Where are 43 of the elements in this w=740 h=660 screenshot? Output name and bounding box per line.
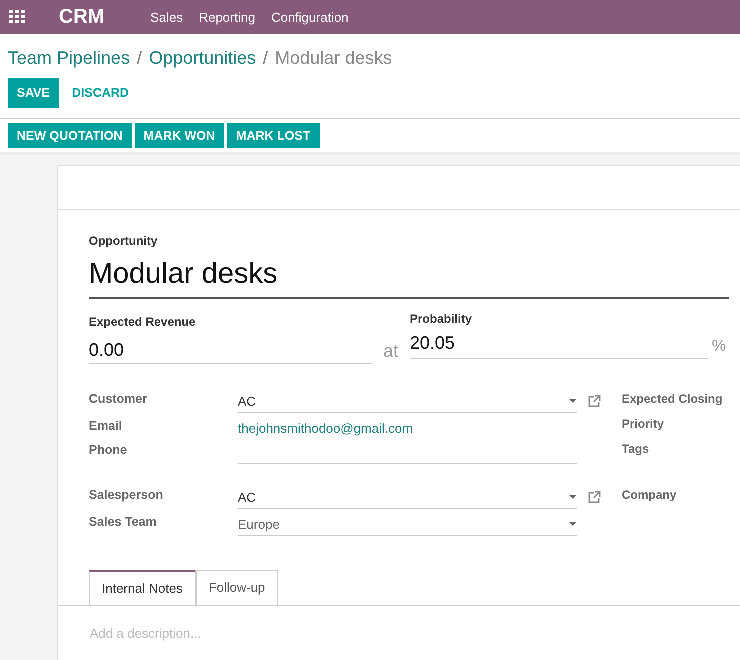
breadcrumb-separator: / [137, 48, 142, 69]
email-link[interactable]: thejohnsmithodoo@gmail.com [238, 420, 414, 436]
field-label: Expected Revenue [89, 315, 197, 329]
field-label: Opportunity [89, 234, 159, 248]
at-label: at [382, 341, 400, 363]
percent-label: % [711, 338, 726, 357]
field-label: Tags [622, 442, 650, 456]
field-label: Customer [89, 392, 148, 406]
save-button[interactable]: SAVE [8, 78, 60, 108]
caret-icon [569, 399, 577, 403]
notebook-tab[interactable]: Follow-up [196, 570, 278, 605]
caret-icon [569, 495, 577, 499]
field-label: Priority [622, 417, 666, 431]
menu-item[interactable]: Sales [150, 10, 184, 24]
breadcrumb-separator: / [263, 48, 268, 69]
notebook-tab[interactable]: Internal Notes [89, 570, 196, 605]
title-field[interactable]: Modular desks [89, 248, 729, 299]
revenue-field[interactable]: 0.00 [89, 329, 372, 364]
breadcrumb-link[interactable]: Opportunities [149, 48, 256, 69]
field-label: Phone [89, 443, 128, 457]
dropdown-field[interactable]: AC [238, 488, 577, 509]
status-button[interactable]: NEW QUOTATION [8, 123, 132, 148]
field-label: Salesperson [89, 488, 164, 502]
status-button[interactable]: MARK WON [134, 123, 224, 148]
probability-field[interactable]: 20.05 [410, 326, 708, 359]
discard-button[interactable]: DISCARD [63, 78, 138, 108]
field-label: Expected Closing [622, 392, 723, 406]
dropdown-field[interactable]: Europe [238, 515, 577, 536]
current-page-title: Modular desks [275, 48, 392, 69]
status-button[interactable]: MARK LOST [227, 123, 320, 148]
field-label: Sales Team [89, 515, 158, 529]
field-label: Company [622, 488, 677, 502]
menu-item[interactable]: Configuration [271, 10, 349, 24]
field-label: Probability [410, 312, 474, 326]
dropdown-field[interactable]: AC [238, 392, 577, 413]
breadcrumb-link[interactable]: Team Pipelines [8, 48, 130, 69]
external-link-icon[interactable] [588, 395, 601, 408]
field-label: Email [89, 419, 124, 433]
app-title: CRM [59, 6, 105, 28]
caret-icon [569, 522, 577, 526]
external-link-icon[interactable] [588, 491, 601, 504]
menu-item[interactable]: Reporting [199, 10, 256, 24]
apps-menu-icon[interactable] [9, 10, 25, 24]
